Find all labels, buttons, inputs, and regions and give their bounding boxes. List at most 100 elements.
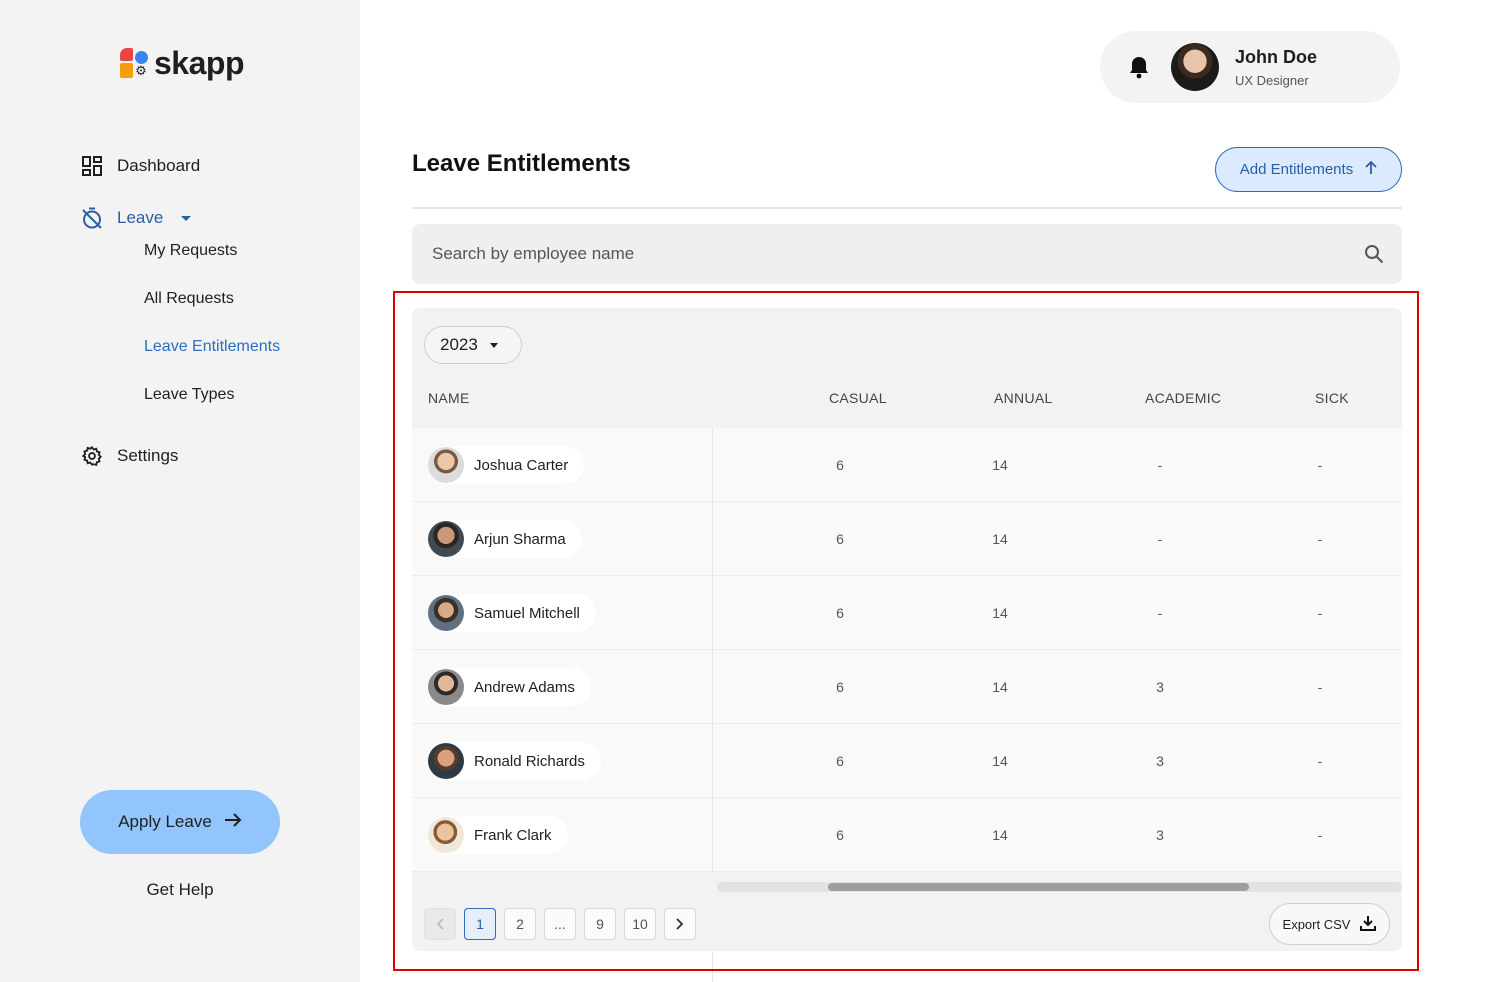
- column-header-name: NAME: [428, 390, 470, 406]
- user-profile-chip[interactable]: John Doe UX Designer: [1100, 31, 1400, 103]
- academic-cell: 3: [1156, 827, 1164, 843]
- entitlements-table-panel: 2023 NAME CASUAL ANNUAL ACADEMIC SICK Jo…: [412, 308, 1402, 951]
- annual-cell: 14: [992, 531, 1008, 547]
- apply-leave-label: Apply Leave: [118, 812, 212, 831]
- casual-cell: 6: [836, 605, 844, 621]
- export-csv-button[interactable]: Export CSV: [1269, 903, 1390, 945]
- chevron-down-icon[interactable]: [181, 215, 192, 221]
- year-select[interactable]: 2023: [424, 326, 522, 364]
- page-button-1[interactable]: 1: [464, 908, 496, 940]
- sidebar-item-label: Leave: [117, 208, 164, 227]
- arrow-right-icon: [224, 812, 242, 833]
- casual-cell: 6: [836, 827, 844, 843]
- chevron-right-icon: [676, 918, 684, 930]
- academic-cell: -: [1157, 457, 1163, 473]
- annual-cell: 14: [992, 679, 1008, 695]
- avatar: [428, 521, 464, 557]
- add-entitlements-button[interactable]: Add Entitlements: [1215, 147, 1402, 192]
- avatar: [428, 595, 464, 631]
- table-row[interactable]: Arjun Sharma 6 14 - -: [412, 502, 1402, 576]
- sidebar-item-leave-entitlements[interactable]: Leave Entitlements: [144, 338, 280, 356]
- employee-name: Ronald Richards: [474, 752, 585, 770]
- employee-name: Frank Clark: [474, 826, 552, 844]
- sidebar-item-leave-types[interactable]: Leave Types: [144, 386, 234, 404]
- sick-cell: -: [1317, 457, 1323, 473]
- casual-cell: 6: [836, 457, 844, 473]
- table-row[interactable]: Frank Clark 6 14 3 -: [412, 798, 1402, 872]
- chevron-left-icon: [436, 918, 444, 930]
- sick-cell: -: [1317, 531, 1323, 547]
- dashboard-icon: [80, 154, 104, 178]
- next-page-button[interactable]: [664, 908, 696, 940]
- employee-chip[interactable]: Joshua Carter: [428, 446, 585, 484]
- add-entitlements-label: Add Entitlements: [1239, 161, 1354, 178]
- academic-cell: -: [1157, 531, 1163, 547]
- casual-cell: 6: [836, 753, 844, 769]
- sidebar-item-my-requests[interactable]: My Requests: [144, 242, 237, 260]
- page-button-9[interactable]: 9: [584, 908, 616, 940]
- column-header-academic: ACADEMIC: [1145, 390, 1222, 406]
- academic-cell: 3: [1156, 753, 1164, 769]
- user-role: UX Designer: [1235, 73, 1309, 88]
- avatar: [1171, 43, 1219, 91]
- export-csv-label: Export CSV: [1282, 916, 1351, 932]
- page-ellipsis: ...: [544, 908, 576, 940]
- table-row[interactable]: Samuel Mitchell 6 14 - -: [412, 576, 1402, 650]
- get-help-link[interactable]: Get Help: [80, 880, 280, 900]
- employee-chip[interactable]: Ronald Richards: [428, 742, 601, 780]
- academic-cell: -: [1157, 605, 1163, 621]
- timer-off-icon: [80, 206, 104, 230]
- sidebar: ⚙ skapp Dashboard Leave My Requests All …: [0, 0, 360, 982]
- scrollbar-thumb[interactable]: [828, 883, 1249, 891]
- sidebar-item-settings[interactable]: Settings: [80, 440, 178, 472]
- sidebar-item-all-requests[interactable]: All Requests: [144, 290, 234, 308]
- casual-cell: 6: [836, 679, 844, 695]
- employee-chip[interactable]: Arjun Sharma: [428, 520, 582, 558]
- apply-leave-button[interactable]: Apply Leave: [80, 790, 280, 854]
- sick-cell: -: [1317, 827, 1323, 843]
- table-row[interactable]: Joshua Carter 6 14 - -: [412, 428, 1402, 502]
- bell-icon[interactable]: [1128, 55, 1150, 79]
- annual-cell: 14: [992, 827, 1008, 843]
- employee-chip[interactable]: Frank Clark: [428, 816, 568, 854]
- employee-name: Joshua Carter: [474, 456, 569, 474]
- table-row[interactable]: Andrew Adams 6 14 3 -: [412, 650, 1402, 724]
- casual-cell: 6: [836, 531, 844, 547]
- avatar: [428, 447, 464, 483]
- horizontal-scrollbar[interactable]: [717, 882, 1402, 892]
- employee-chip[interactable]: Andrew Adams: [428, 668, 591, 706]
- page-title: Leave Entitlements: [412, 150, 631, 177]
- employee-chip[interactable]: Samuel Mitchell: [428, 594, 596, 632]
- sidebar-item-leave[interactable]: Leave: [80, 202, 192, 234]
- title-divider: [412, 207, 1402, 209]
- previous-page-button[interactable]: [424, 908, 456, 940]
- logo-mark-icon: ⚙: [120, 48, 150, 78]
- chevron-down-icon: [489, 342, 498, 348]
- user-name: John Doe: [1235, 47, 1318, 67]
- app-logo[interactable]: ⚙ skapp: [120, 46, 244, 80]
- pagination: 1 2 ... 9 10: [424, 908, 696, 940]
- academic-cell: 3: [1156, 679, 1164, 695]
- sick-cell: -: [1317, 753, 1323, 769]
- page-button-10[interactable]: 10: [624, 908, 656, 940]
- sidebar-item-dashboard[interactable]: Dashboard: [80, 150, 200, 182]
- annual-cell: 14: [992, 605, 1008, 621]
- avatar: [428, 743, 464, 779]
- sick-cell: -: [1317, 679, 1323, 695]
- search-bar: [412, 224, 1402, 284]
- sick-cell: -: [1317, 605, 1323, 621]
- logo-text: skapp: [154, 45, 244, 81]
- year-select-value: 2023: [440, 335, 478, 354]
- page-button-2[interactable]: 2: [504, 908, 536, 940]
- arrow-up-icon: [1365, 160, 1377, 179]
- column-header-casual: CASUAL: [829, 390, 887, 406]
- gear-icon: [80, 444, 104, 468]
- search-icon[interactable]: [1364, 244, 1384, 264]
- avatar: [428, 669, 464, 705]
- column-header-annual: ANNUAL: [994, 390, 1053, 406]
- search-input[interactable]: [412, 224, 1342, 284]
- column-divider: [712, 951, 713, 982]
- sidebar-item-label: Dashboard: [117, 156, 201, 175]
- download-icon: [1360, 915, 1377, 934]
- table-row[interactable]: Ronald Richards 6 14 3 -: [412, 724, 1402, 798]
